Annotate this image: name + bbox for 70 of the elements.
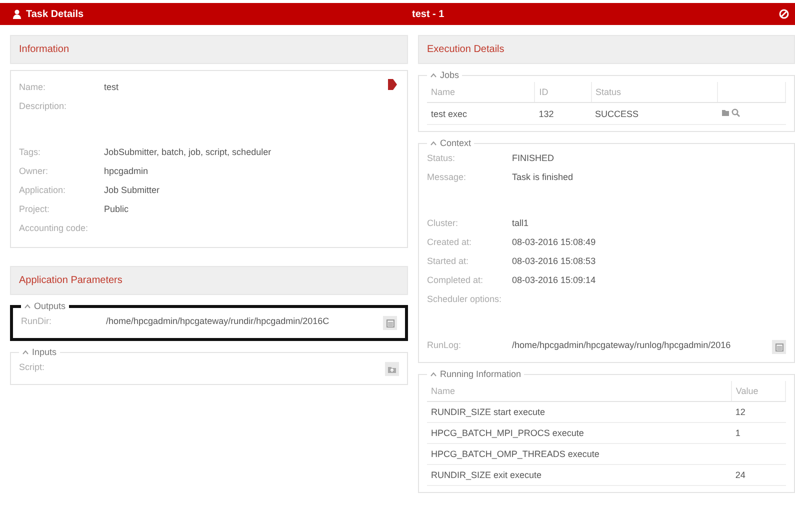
- table-cell: RUNDIR_SIZE start execute: [431, 407, 546, 417]
- browse-button[interactable]: [772, 340, 786, 354]
- collapse-icon[interactable]: [430, 140, 437, 146]
- field-label: Owner:: [19, 166, 50, 176]
- group-legend: Inputs: [32, 347, 57, 357]
- field-value: test: [104, 82, 119, 92]
- field-label: Application:: [19, 185, 67, 195]
- column-header: Value: [731, 381, 786, 402]
- table-cell: 132: [538, 108, 554, 118]
- folder-icon: [387, 364, 397, 374]
- table-cell: HPCG_BATCH_OMP_THREADS execute: [431, 449, 600, 459]
- field-value: /home/hpcgadmin/hpcgateway/rundir/hpcgadmin/2016C: [106, 316, 330, 326]
- collapse-icon[interactable]: [430, 372, 437, 376]
- collapse-icon[interactable]: [430, 72, 437, 78]
- field-label: Accounting code:: [19, 223, 90, 233]
- upload-button[interactable]: [385, 362, 399, 376]
- field-label: Status:: [427, 153, 456, 163]
- field-value: JobSubmitter, batch, job, script, scheduler: [104, 147, 272, 157]
- field-label: RunLog:: [427, 340, 462, 350]
- window-title: Task Details: [26, 8, 84, 20]
- field-label: Scheduler options:: [427, 294, 503, 304]
- table-cell: HPCG_BATCH_MPI_PROCS execute: [431, 428, 584, 438]
- table-cell: 24: [735, 470, 746, 480]
- document-icon: [386, 318, 394, 328]
- browse-button[interactable]: [383, 316, 397, 330]
- collapse-icon[interactable]: [24, 304, 31, 308]
- field-label: Description:: [19, 101, 68, 111]
- field-label: Completed at:: [427, 275, 484, 285]
- field-label: Name:: [19, 82, 47, 92]
- document-icon: [774, 342, 784, 352]
- field-value: Job Submitter: [104, 185, 160, 195]
- field-value: Task is finished: [512, 172, 574, 182]
- field-value: FINISHED: [512, 153, 554, 163]
- field-value: Public: [104, 204, 129, 214]
- column-header: Name: [427, 381, 732, 402]
- section-header: Application Parameters: [10, 266, 408, 295]
- field-value: tall1: [512, 218, 529, 228]
- table-cell: SUCCESS: [595, 108, 639, 118]
- window-subtitle: test - 1: [412, 8, 446, 20]
- field-value: hpcgadmin: [104, 166, 148, 176]
- field-label: Tags:: [19, 147, 42, 157]
- close-icon[interactable]: [779, 9, 789, 19]
- table-cell: RUNDIR_SIZE exit execute: [431, 470, 542, 480]
- table-cell: test exec: [431, 108, 468, 118]
- field-value: 08-03-2016 15:09:14: [512, 275, 596, 285]
- group-legend: Context: [440, 138, 472, 148]
- column-header: Status: [591, 82, 717, 102]
- collapse-icon[interactable]: [22, 350, 29, 354]
- field-value: 08-03-2016 15:08:53: [512, 256, 596, 266]
- group-legend: Running Information: [440, 369, 522, 379]
- field-label: Script:: [19, 362, 46, 372]
- group-legend: Jobs: [440, 70, 460, 80]
- table-cell: 1: [735, 428, 740, 438]
- tag-icon[interactable]: [388, 79, 397, 90]
- job-action-icons[interactable]: [721, 108, 741, 117]
- section-header: Information: [10, 35, 408, 64]
- column-header: Name: [427, 82, 535, 102]
- section-header: Execution Details: [418, 35, 795, 64]
- group-legend: Outputs: [34, 301, 66, 311]
- field-label: Started at:: [427, 256, 470, 266]
- field-label: Cluster:: [427, 218, 460, 228]
- field-label: Message:: [427, 172, 468, 182]
- table-cell: 12: [735, 407, 746, 417]
- user-icon: [12, 9, 22, 19]
- field-value: /home/hpcgadmin/hpcgateway/runlog/hpcgadmin/2016: [512, 340, 731, 350]
- column-header: ID: [534, 82, 592, 102]
- field-label: Project:: [19, 204, 51, 214]
- field-value: 08-03-2016 15:08:49: [512, 237, 596, 247]
- field-label: Created at:: [427, 237, 473, 247]
- field-label: RunDir:: [21, 316, 53, 326]
